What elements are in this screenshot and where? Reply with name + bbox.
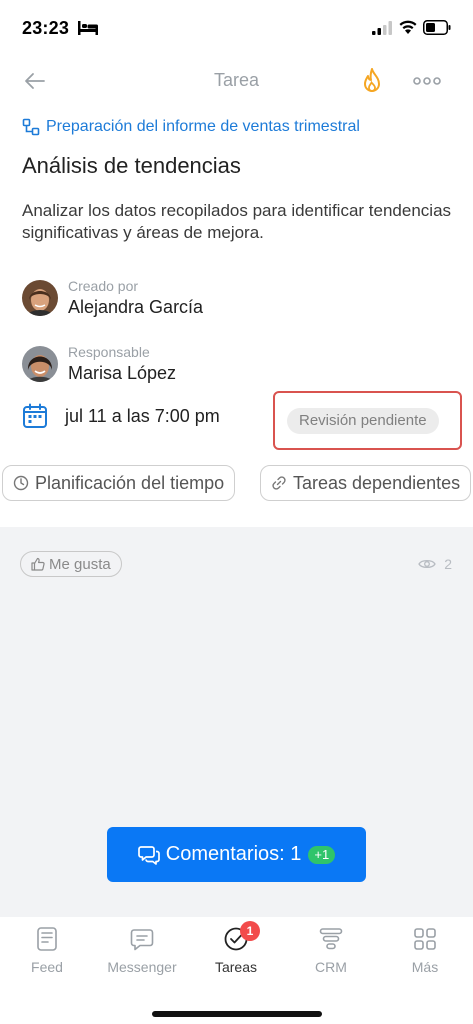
link-icon <box>272 476 286 490</box>
comments-button[interactable]: Comentarios: 1 +1 <box>107 827 366 882</box>
home-indicator[interactable] <box>152 1011 322 1017</box>
subtask-icon <box>22 118 40 136</box>
status-time: 23:23 <box>22 18 70 38</box>
tab-label-tasks: Tareas <box>214 959 258 975</box>
creator-role-label: Creado por <box>68 278 139 294</box>
eye-icon <box>418 559 436 569</box>
clock-icon <box>13 475 29 491</box>
tab-messenger[interactable]: Messenger <box>95 925 189 975</box>
task-description: Analizar los datos recopilados para iden… <box>22 201 452 242</box>
thumbs-up-icon <box>31 557 45 571</box>
tab-tasks[interactable]: 1 Tareas <box>189 921 283 975</box>
wifi-icon <box>399 20 417 34</box>
dependent-tasks-label: Tareas dependientes <box>293 472 461 493</box>
more-icon[interactable] <box>413 76 441 86</box>
grid-icon <box>414 928 436 950</box>
fire-icon[interactable] <box>360 67 384 95</box>
signal-icon <box>372 21 392 35</box>
views-count: 2 <box>444 556 452 572</box>
messenger-icon <box>130 929 154 951</box>
creator-row[interactable]: Creado por Alejandra García <box>22 277 203 319</box>
tab-bar: Feed Messenger 1 Tareas CRM Más <box>0 917 473 1024</box>
assignee-name: Marisa López <box>68 363 177 383</box>
like-label: Me gusta <box>49 555 111 573</box>
tab-label-more: Más <box>411 959 439 975</box>
feed-icon <box>37 927 57 951</box>
views-counter: 2 <box>418 556 452 572</box>
comments-icon <box>137 845 160 865</box>
deadline-text: jul 11 a las 7:00 pm <box>65 405 220 426</box>
calendar-icon <box>23 403 47 428</box>
status-bar: 23:23 <box>0 0 473 56</box>
tab-feed[interactable]: Feed <box>0 925 94 975</box>
tab-label-crm: CRM <box>315 959 347 975</box>
time-planning-label: Planificación del tiempo <box>35 472 225 493</box>
nav-bar: Tarea <box>0 56 473 106</box>
tab-label-feed: Feed <box>31 959 63 975</box>
comments-new-badge: +1 <box>308 845 336 864</box>
tasks-badge: 1 <box>240 921 260 941</box>
like-button[interactable]: Me gusta <box>20 551 122 577</box>
dependent-tasks-chip[interactable]: Tareas dependientes <box>260 465 472 501</box>
tab-more[interactable]: Más <box>378 925 472 975</box>
chip-row[interactable]: Planificación del tiempo Tareas dependie… <box>0 465 473 503</box>
parent-task-label: Preparación del informe de ventas trimes… <box>46 118 360 135</box>
battery-icon <box>423 20 451 35</box>
assignee-role-label: Responsable <box>68 344 150 360</box>
assignee-row[interactable]: Responsable Marisa López <box>22 343 176 385</box>
parent-task-link[interactable]: Preparación del informe de ventas trimes… <box>22 118 360 136</box>
assignee-avatar <box>22 346 58 382</box>
comments-label: Comentarios: 1 <box>165 843 302 865</box>
creator-avatar <box>22 280 58 316</box>
creator-name: Alejandra García <box>68 297 204 317</box>
task-title: Análisis de tendencias <box>22 153 241 178</box>
status-badge[interactable]: Revisión pendiente <box>287 408 439 434</box>
bed-icon <box>78 21 98 35</box>
status-highlight: Revisión pendiente <box>273 391 462 450</box>
tab-label-messenger: Messenger <box>107 959 177 975</box>
crm-icon <box>319 928 343 950</box>
page-title: Tarea <box>213 70 260 90</box>
deadline-row[interactable]: jul 11 a las 7:00 pm <box>22 403 220 429</box>
tab-crm[interactable]: CRM <box>284 925 378 975</box>
time-planning-chip[interactable]: Planificación del tiempo <box>2 465 236 501</box>
